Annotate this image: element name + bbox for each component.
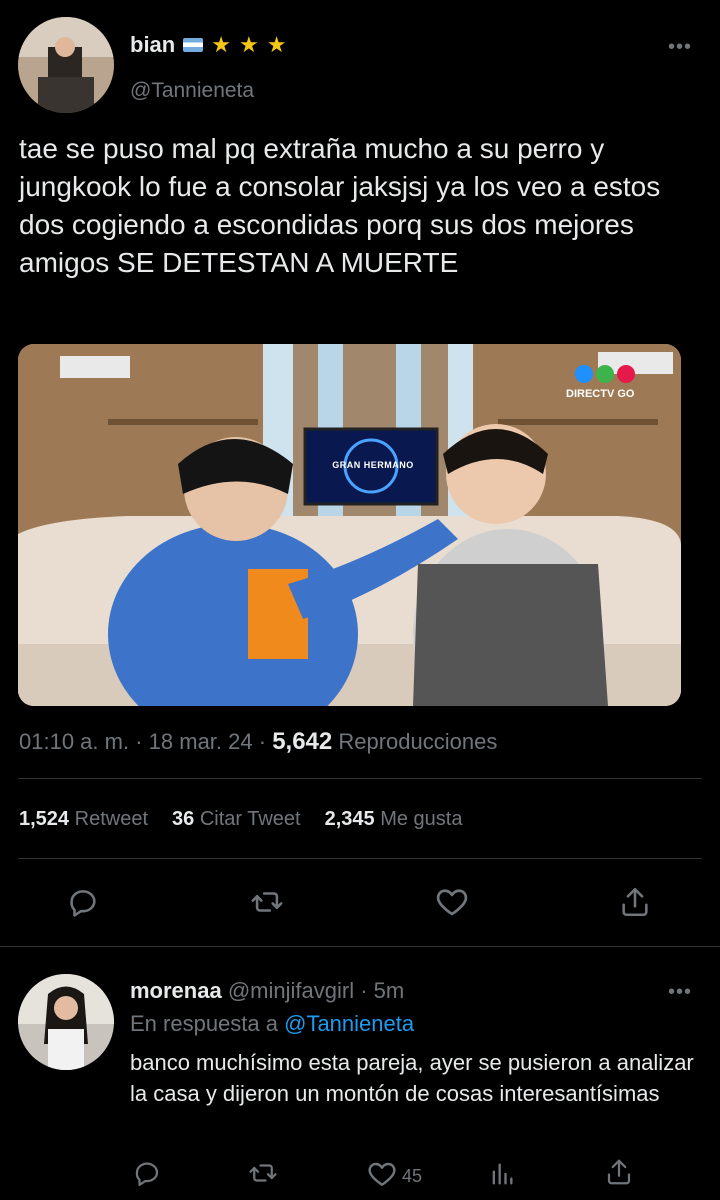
- quotes-label: Citar Tweet: [199, 808, 301, 830]
- divider: [18, 778, 702, 779]
- reply-retweet-icon[interactable]: [246, 1158, 280, 1188]
- divider: [18, 858, 702, 859]
- tweet-meta: 01:10 a. m. · 18 mar. 24 · 5,642 Reprodu…: [19, 728, 497, 756]
- quotes-count: 36: [172, 808, 195, 830]
- meta-separator: ·: [360, 978, 374, 1003]
- tv-logo-text: GRAN HERMANO: [332, 460, 414, 470]
- reply-views-icon[interactable]: [488, 1160, 516, 1188]
- retweet-icon[interactable]: [248, 885, 286, 919]
- argentina-flag-icon: [183, 38, 204, 52]
- divider: [0, 946, 720, 947]
- tweet-stats: 1,524 Retweet 36 Citar Tweet 2,345 Me gu…: [19, 808, 462, 831]
- meta-separator: ·: [258, 729, 273, 754]
- tweet-time[interactable]: 01:10 a. m.: [19, 729, 129, 754]
- share-icon[interactable]: [618, 884, 652, 920]
- quotes-stat[interactable]: 36 Citar Tweet: [172, 808, 301, 831]
- star-icon: ★: [238, 32, 259, 57]
- meta-separator: ·: [135, 729, 149, 754]
- reply-author-handle[interactable]: @minjifavgirl: [228, 978, 354, 1003]
- author-name-row: bian ★ ★ ★: [130, 32, 286, 58]
- reply-context: En respuesta a @Tannieneta: [130, 1011, 414, 1037]
- in-reply-handle[interactable]: @Tannieneta: [284, 1011, 414, 1036]
- likes-label: Me gusta: [380, 808, 463, 830]
- reply-header: morenaa @minjifavgirl · 5m: [130, 978, 404, 1004]
- reply-like-icon: [366, 1158, 398, 1195]
- tweet-text: tae se puso mal pq extraña mucho a su pe…: [19, 133, 661, 278]
- author-avatar[interactable]: [18, 17, 114, 113]
- views-label: Reproducciones: [338, 729, 498, 754]
- retweets-count: 1,524: [19, 808, 70, 830]
- reply-more-options-icon[interactable]: •••: [668, 981, 692, 1004]
- retweets-stat[interactable]: 1,524 Retweet: [19, 808, 148, 831]
- author-name[interactable]: bian: [130, 32, 175, 58]
- reply-like-action[interactable]: 45: [366, 1158, 422, 1195]
- in-reply-prefix: En respuesta a: [130, 1011, 278, 1036]
- likes-count: 2,345: [324, 808, 375, 830]
- likes-stat[interactable]: 2,345 Me gusta: [325, 808, 463, 831]
- reply-icon[interactable]: [66, 885, 100, 919]
- star-icon: ★: [211, 32, 231, 57]
- reply-time[interactable]: 5m: [374, 978, 405, 1003]
- reply-text: banco muchísimo esta pareja, ayer se pus…: [130, 1050, 694, 1106]
- reply-author-name[interactable]: morenaa: [130, 978, 222, 1003]
- like-icon[interactable]: [434, 884, 470, 920]
- reply-reply-icon[interactable]: [132, 1158, 162, 1188]
- more-options-icon[interactable]: •••: [668, 36, 692, 59]
- reply-like-count: 45: [402, 1166, 423, 1186]
- retweets-label: Retweet: [74, 808, 148, 830]
- author-handle[interactable]: @Tannieneta: [130, 79, 254, 103]
- views-count: 5,642: [272, 728, 333, 755]
- tweet-date[interactable]: 18 mar. 24: [149, 729, 253, 754]
- broadcaster-logo-text: DIRECTV GO: [566, 388, 635, 400]
- reply-author-avatar[interactable]: [18, 974, 114, 1070]
- tweet-media[interactable]: GRAN HERMANO DIRECTV GO: [18, 344, 681, 706]
- reply-share-icon[interactable]: [604, 1156, 634, 1188]
- star-icon: ★: [266, 32, 287, 57]
